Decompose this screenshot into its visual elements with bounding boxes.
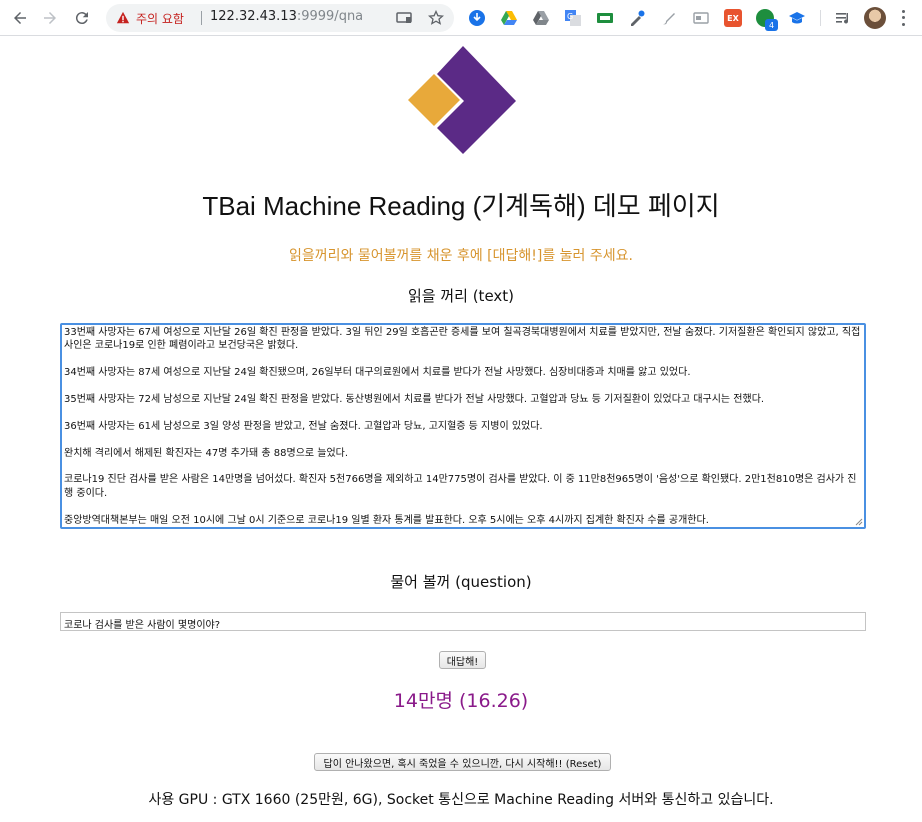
bookmark-star-icon[interactable] xyxy=(428,10,444,26)
ex-extension-label: EX xyxy=(727,13,739,23)
forward-arrow-icon xyxy=(44,12,56,24)
drive-gray-icon[interactable] xyxy=(532,9,550,27)
passage-paragraph: 중앙방역대책본부는 매일 오전 10시에 그날 0시 기준으로 코로나19 일별… xyxy=(64,514,709,526)
forward-button[interactable] xyxy=(38,6,62,30)
browser-menu-icon[interactable] xyxy=(898,8,908,28)
answer-result: 14만명 (16.26) xyxy=(393,690,529,712)
passage-paragraph: 36번째 사망자는 61세 남성으로 3일 양성 판정을 받았고, 전날 숨졌다… xyxy=(64,420,543,432)
passage-paragraph: 완치해 격리에서 해제된 확진자는 47명 추가돼 총 88명으로 늘었다. xyxy=(64,447,349,459)
url-text[interactable]: 122.32.43.13:9999/qna xyxy=(210,9,363,24)
download-extension-icon[interactable] xyxy=(468,9,486,27)
url-host: 122.32.43.13 xyxy=(210,9,297,24)
reset-button[interactable]: 답이 안나왔으면, 혹시 죽었을 수 있으니깐, 다시 시작해!! (Reset… xyxy=(314,753,611,771)
google-drive-icon[interactable] xyxy=(500,9,518,27)
profile-avatar[interactable] xyxy=(864,7,886,29)
tbai-logo xyxy=(408,46,516,154)
passage-paragraph: 코로나19 진단 검사를 받은 사람은 14만명을 넘어섰다. 확진자 5천76… xyxy=(64,474,857,499)
reload-button[interactable] xyxy=(70,6,94,30)
passage-paragraph: 35번째 사망자는 72세 남성으로 지난달 24일 확진 판정을 받았다. 동… xyxy=(64,394,765,405)
page-title: TBai Machine Reading (기계독해) 데모 페이지 xyxy=(202,191,720,221)
translate-icon[interactable]: G xyxy=(564,9,582,27)
back-arrow-icon xyxy=(14,12,26,24)
omnibox-divider xyxy=(201,11,202,25)
passage-textarea[interactable]: 33번째 사망자는 67세 여성으로 지난달 26일 확진 판정을 받았다. 3… xyxy=(60,323,866,529)
question-input[interactable]: 코로나 검사를 받은 사람이 몇명이야? xyxy=(60,612,866,631)
answer-button[interactable]: 대답해! xyxy=(439,651,486,669)
window-icon[interactable] xyxy=(692,9,710,27)
passage-paragraph: 34번째 사망자는 87세 여성으로 지난달 24일 확진됐으며, 26일부터 … xyxy=(64,367,691,379)
resize-grip-icon[interactable] xyxy=(855,518,863,526)
footer-note: 사용 GPU : GTX 1660 (25만원, 6G), Socket 통신으… xyxy=(148,792,774,808)
toolbar-divider xyxy=(820,10,821,26)
cast-icon[interactable] xyxy=(396,10,412,26)
browser-toolbar: 주의 요함 122.32.43.13:9999/qna G EX 4 xyxy=(0,0,922,36)
media-playlist-icon[interactable] xyxy=(834,9,852,27)
address-bar[interactable]: 주의 요함 122.32.43.13:9999/qna xyxy=(106,4,454,32)
svg-text:G: G xyxy=(567,12,573,21)
ex-extension-icon[interactable]: EX xyxy=(724,9,742,27)
url-path: :9999/qna xyxy=(296,9,364,24)
screen-capture-icon[interactable] xyxy=(596,9,614,27)
instruction-text: 읽을꺼리와 물어볼꺼를 채운 후에 [대답해!]를 눌러 주세요. xyxy=(289,248,633,264)
security-label[interactable]: 주의 요함 xyxy=(136,10,184,27)
graduation-cap-icon[interactable] xyxy=(788,9,806,27)
warning-icon xyxy=(116,11,130,24)
brush-icon[interactable] xyxy=(660,9,678,27)
reload-icon xyxy=(75,12,88,25)
question-section-label: 물어 볼꺼 (question) xyxy=(390,573,532,591)
text-section-label: 읽을 꺼리 (text) xyxy=(407,287,515,305)
color-picker-icon[interactable] xyxy=(628,9,646,27)
notification-badge: 4 xyxy=(765,19,778,31)
back-button[interactable] xyxy=(8,6,32,30)
passage-paragraph: 33번째 사망자는 67세 여성으로 지난달 26일 확진 판정을 받았다. 3… xyxy=(64,327,861,352)
